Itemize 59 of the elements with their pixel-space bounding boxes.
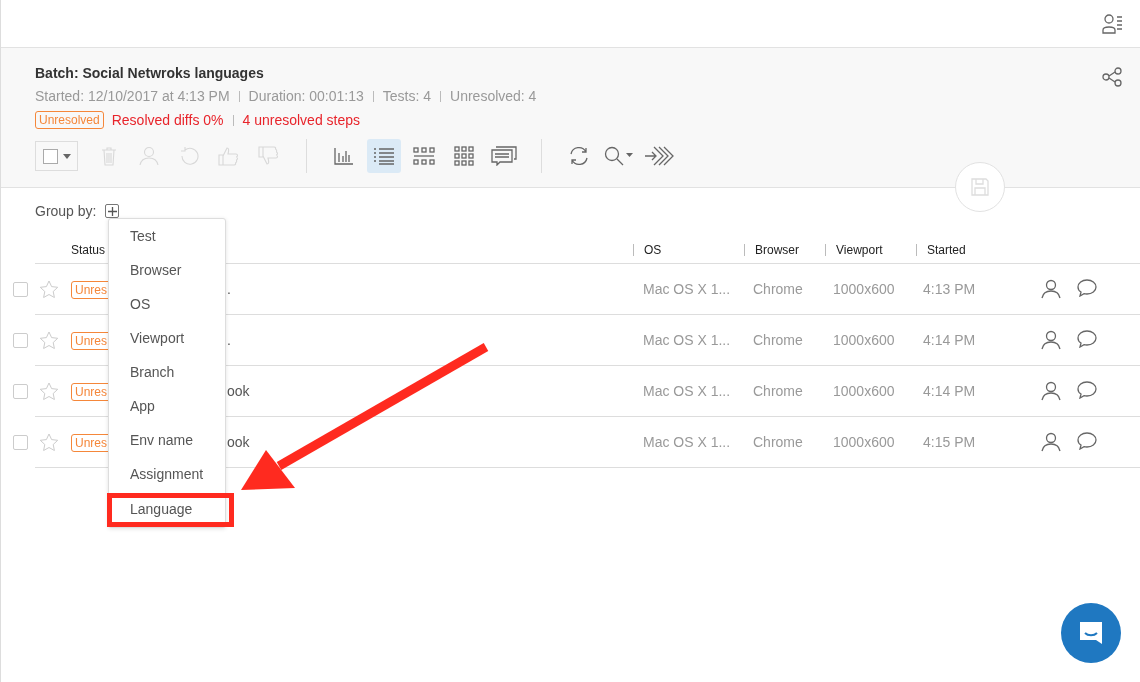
column-header: OS [633, 244, 754, 256]
share-icon[interactable] [1102, 67, 1122, 87]
add-group-button[interactable] [105, 204, 120, 218]
menu-item[interactable]: Assignment [109, 459, 225, 493]
batch-info: Tests: 4 [382, 88, 432, 104]
row-checkbox[interactable] [12, 281, 28, 297]
comment-icon[interactable] [1077, 330, 1097, 350]
menu-item[interactable]: Test [109, 221, 225, 255]
batch-title: Batch: Social Netwroks languages [35, 65, 265, 81]
star-icon[interactable] [39, 432, 59, 452]
column-header: Viewport [825, 244, 926, 256]
star-icon[interactable] [39, 279, 59, 299]
group-by-label: Group by: [35, 203, 97, 219]
star-icon[interactable] [39, 330, 59, 350]
table-cell-text: Chrome [753, 434, 804, 450]
test-name: . [227, 281, 231, 297]
comment-icon[interactable] [1077, 432, 1097, 452]
unresolved-steps: 4 unresolved steps [242, 112, 361, 128]
table-cell-text: 4:15 PM [923, 434, 977, 450]
chat-button[interactable] [1061, 603, 1121, 663]
table-cell-text: 4:14 PM [923, 383, 977, 399]
comment-icon[interactable] [1077, 279, 1097, 299]
row-checkbox[interactable] [12, 332, 28, 348]
comment-icon[interactable] [1077, 381, 1097, 401]
table-cell-text: Chrome [753, 281, 804, 297]
column-header: Status [71, 243, 107, 257]
batch-info: Unresolved: 4 [450, 88, 537, 104]
table-cell-text: Mac OS X 1... [643, 434, 732, 450]
batch-info: Started: 12/10/2017 at 4:13 PM [35, 88, 230, 104]
star-icon[interactable] [39, 381, 59, 401]
test-name: ook [227, 434, 250, 450]
user-icon[interactable] [1041, 279, 1061, 299]
list-button[interactable] [367, 139, 401, 173]
test-name: ook [227, 383, 250, 399]
column-header: Started [916, 244, 1037, 256]
table-cell-text: 1000x600 [833, 281, 896, 297]
table-cell-text: Mac OS X 1... [643, 281, 732, 297]
table-cell-text: 1000x600 [833, 383, 896, 399]
plus-icon [107, 205, 118, 217]
resolved-diffs: Resolved diffs 0% [111, 112, 224, 128]
user-list-icon[interactable] [1102, 13, 1124, 34]
table-cell-text: Mac OS X 1... [643, 332, 732, 348]
table-cell-text: 4:13 PM [923, 281, 977, 297]
user-icon[interactable] [1041, 330, 1061, 350]
table-cell-text: 1000x600 [833, 434, 896, 450]
table-cell-text: 1000x600 [833, 332, 896, 348]
row-checkbox[interactable] [12, 434, 28, 450]
table-cell-text: Chrome [753, 383, 804, 399]
status-badge: Unresolved [35, 111, 104, 129]
column-header: Browser [744, 244, 835, 256]
table-cell-text: Mac OS X 1... [643, 383, 732, 399]
table-cell-text: 4:14 PM [923, 332, 977, 348]
table-cell-text: Chrome [753, 332, 804, 348]
user-icon[interactable] [1041, 381, 1061, 401]
batch-info: Duration: 00:01:13 [248, 88, 364, 104]
user-icon[interactable] [1041, 432, 1061, 452]
row-checkbox[interactable] [12, 383, 28, 399]
menu-item[interactable]: Language [107, 493, 234, 527]
test-name: . [227, 332, 231, 348]
